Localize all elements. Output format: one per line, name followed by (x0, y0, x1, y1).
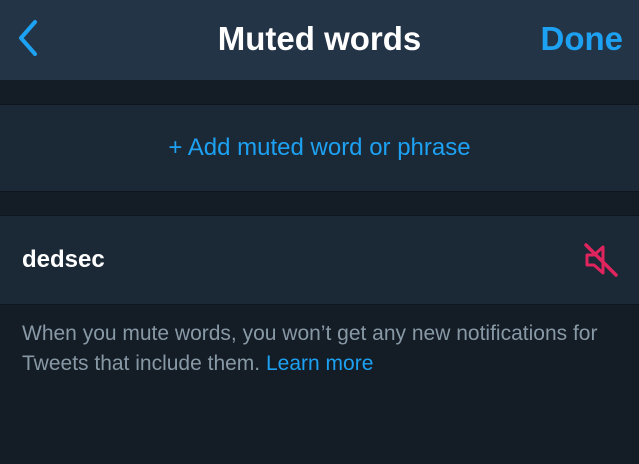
add-muted-word-button[interactable]: + Add muted word or phrase (0, 104, 639, 192)
navigation-bar: Muted words Done (0, 0, 639, 80)
unmute-button[interactable] (581, 240, 621, 280)
add-muted-word-label: + Add muted word or phrase (168, 134, 471, 161)
back-button[interactable] (8, 16, 48, 60)
done-button[interactable]: Done (541, 0, 624, 78)
muted-words-footnote: When you mute words, you won’t get any n… (22, 319, 622, 379)
muted-word-row[interactable]: dedsec (0, 215, 639, 305)
muted-speaker-icon (584, 243, 618, 277)
section-spacer (0, 80, 639, 104)
learn-more-link[interactable]: Learn more (266, 352, 373, 375)
chevron-left-icon (19, 20, 37, 56)
muted-word-label: dedsec (22, 246, 105, 273)
